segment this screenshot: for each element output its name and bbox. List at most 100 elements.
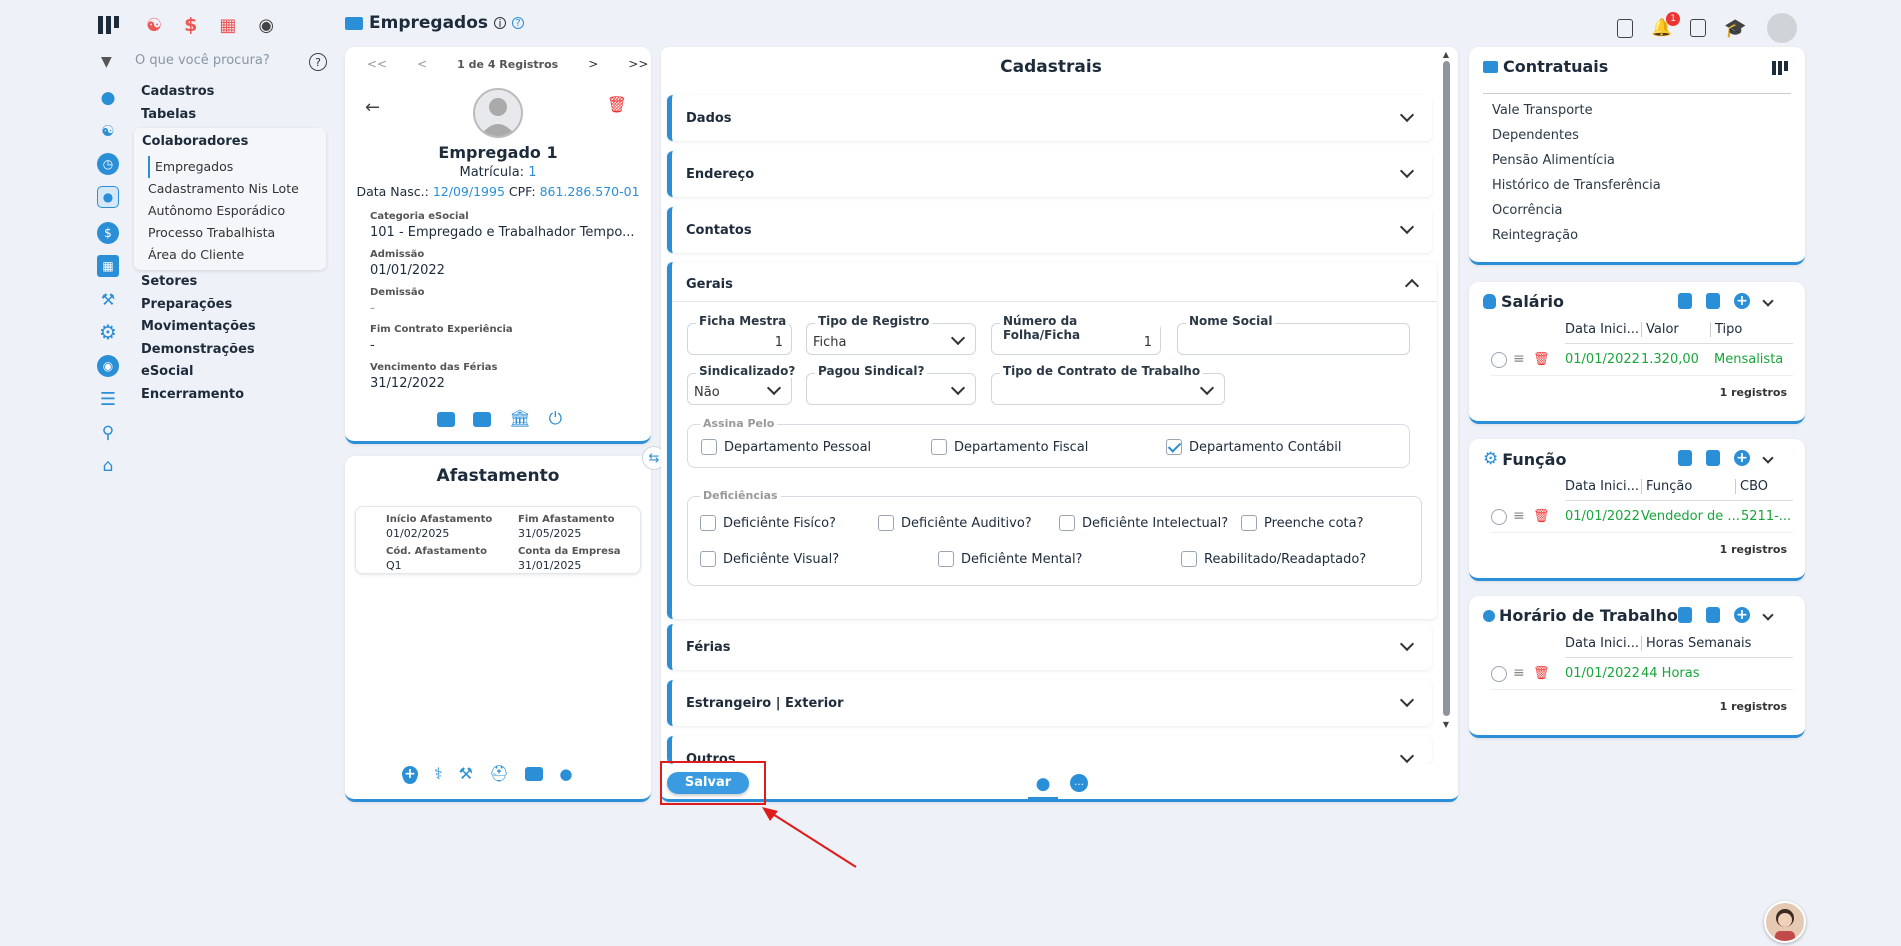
menu-setores[interactable]: Setores xyxy=(141,274,197,289)
pager-first-button[interactable]: << xyxy=(367,57,387,71)
link-reintegracao[interactable]: Reintegração xyxy=(1492,228,1578,243)
cadastrais-scrollbar[interactable]: ▲ ▼ xyxy=(1441,50,1451,760)
dollar-icon[interactable]: $ xyxy=(184,14,197,36)
cash-icon[interactable] xyxy=(525,766,544,781)
section-endereco[interactable]: Endereço xyxy=(667,151,1432,197)
menu-colaboradores[interactable]: Colaboradores xyxy=(142,134,248,149)
menu-tabelas[interactable]: Tabelas xyxy=(141,107,196,122)
report-icon[interactable] xyxy=(1678,293,1692,309)
nav-cadastros-icon[interactable]: ● xyxy=(97,87,119,109)
numero-folha-input[interactable]: Número da Folha/Ficha 1 xyxy=(991,314,1161,355)
menu-encerramento[interactable]: Encerramento xyxy=(141,387,244,402)
add-afastamento-icon[interactable]: + xyxy=(402,765,418,782)
row-checkbox[interactable] xyxy=(1491,666,1507,682)
graduation-cap-icon[interactable]: 🎓 xyxy=(1724,18,1746,39)
menu-cadastros[interactable]: Cadastros xyxy=(141,84,214,99)
add-salario-icon[interactable]: + xyxy=(1734,293,1750,309)
nav-calculator-icon[interactable]: ▦ xyxy=(97,255,119,277)
link-dependentes[interactable]: Dependentes xyxy=(1492,128,1579,143)
checkbox-deficiente-fisico[interactable]: Deficiênte Fisíco? xyxy=(700,515,836,531)
link-historico-transferencia[interactable]: Histórico de Transferência xyxy=(1492,178,1661,193)
grid-icon[interactable]: ▦ xyxy=(219,15,236,36)
info-icon[interactable]: i xyxy=(494,17,507,30)
scroll-thumb[interactable] xyxy=(1442,61,1450,716)
assistant-avatar[interactable] xyxy=(1764,901,1806,943)
funcao-row[interactable]: ≡ 🗑 01/01/2022 Vendedor de ... 5211-... xyxy=(1491,508,1793,533)
checkbox-depto-contabil[interactable]: Departamento Contábil xyxy=(1166,439,1342,455)
checkbox-deficiente-auditivo[interactable]: Deficiênte Auditivo? xyxy=(878,515,1032,531)
scroll-icon[interactable] xyxy=(1706,293,1720,309)
nav-moneybag-icon[interactable]: ◉ xyxy=(97,355,119,377)
checkbox-depto-fiscal[interactable]: Departamento Fiscal xyxy=(931,439,1088,455)
user-avatar[interactable] xyxy=(1764,11,1799,45)
link-vale-transporte[interactable]: Vale Transporte xyxy=(1492,103,1593,118)
trash-icon[interactable]: 🗑 xyxy=(1533,666,1550,681)
pager-prev-button[interactable]: < xyxy=(417,57,427,71)
ficha-mestra-input[interactable]: Ficha Mestra 1 xyxy=(687,314,792,355)
chevron-down-icon[interactable] xyxy=(1762,609,1774,621)
id-card-icon[interactable] xyxy=(473,411,491,427)
document-icon[interactable] xyxy=(1617,18,1633,38)
filter-icon[interactable]: ▼ xyxy=(101,54,112,70)
section-dados[interactable]: Dados xyxy=(667,95,1432,141)
sindicalizado-select[interactable]: Sindicalizado? Não xyxy=(687,364,799,405)
section-outros[interactable]: Outros xyxy=(667,736,1432,764)
add-horario-icon[interactable]: + xyxy=(1734,607,1750,623)
tab-employee-icon[interactable]: ● xyxy=(1028,769,1058,799)
tipo-contrato-select[interactable]: Tipo de Contrato de Trabalho xyxy=(991,364,1225,405)
pager-next-button[interactable]: > xyxy=(588,57,598,71)
pagou-sindical-select[interactable]: Pagou Sindical? xyxy=(806,364,976,405)
menu-demonstracoes[interactable]: Demonstrações xyxy=(141,342,255,357)
submenu-processo-trabalhista[interactable]: Processo Trabalhista xyxy=(148,222,299,244)
nav-layers-icon[interactable]: ☰ xyxy=(97,388,119,410)
chevron-down-icon[interactable] xyxy=(1762,295,1774,307)
notification-button[interactable]: 🔔 1 xyxy=(1651,12,1681,38)
bank-icon[interactable]: 🏛 xyxy=(509,409,531,429)
submenu-autonomo-esporadico[interactable]: Autônomo Esporádico xyxy=(148,200,299,222)
report-icon[interactable] xyxy=(1678,450,1692,466)
nav-tools-icon[interactable]: ⚒ xyxy=(97,288,119,310)
nav-search-icon[interactable]: ⚲ xyxy=(97,422,119,444)
salario-row[interactable]: ≡ 🗑 01/01/2022 1.320,00 Mensalista xyxy=(1491,351,1793,376)
power-icon[interactable]: ⏻ xyxy=(549,409,562,429)
checkbox-depto-pessoal[interactable]: Departamento Pessoal xyxy=(701,439,871,455)
report-icon[interactable] xyxy=(1678,607,1692,623)
scroll-icon[interactable] xyxy=(1706,450,1720,466)
nome-social-input[interactable]: Nome Social xyxy=(1177,314,1410,355)
checkbox-deficiente-intelectual[interactable]: Deficiênte Intelectual? xyxy=(1059,515,1228,531)
help-icon[interactable]: ? xyxy=(512,17,525,29)
checkbox-preenche-cota[interactable]: Preenche cota? xyxy=(1241,515,1364,531)
scroll-down-arrow[interactable]: ▼ xyxy=(1441,720,1451,729)
tab-chat-icon[interactable]: … xyxy=(1070,774,1088,792)
user-settings-icon[interactable]: ● xyxy=(559,765,572,783)
trash-icon[interactable]: 🗑 xyxy=(1533,509,1550,524)
tipo-registro-select[interactable]: Tipo de Registro Ficha xyxy=(806,314,976,355)
scroll-icon[interactable] xyxy=(1706,607,1720,623)
helmet-icon[interactable]: ⛑ xyxy=(489,764,509,783)
pager-last-button[interactable]: >> xyxy=(628,57,648,71)
scroll-up-arrow[interactable]: ▲ xyxy=(1441,50,1451,59)
menu-icon[interactable]: ≡ xyxy=(1513,665,1525,681)
report-search-icon[interactable] xyxy=(1690,19,1707,37)
delete-icon[interactable]: 🗑 xyxy=(607,95,627,114)
menu-esocial[interactable]: eSocial xyxy=(141,364,194,379)
chevron-down-icon[interactable] xyxy=(1762,452,1774,464)
checkbox-reabilitado[interactable]: Reabilitado/Readaptado? xyxy=(1181,551,1366,567)
menu-movimentacoes[interactable]: Movimentações xyxy=(141,319,256,334)
save-button[interactable]: Salvar xyxy=(667,772,749,794)
nav-dollar-icon[interactable]: $ xyxy=(97,222,119,244)
back-arrow-icon[interactable]: ← xyxy=(365,97,380,118)
checkbox-deficiente-mental[interactable]: Deficiênte Mental? xyxy=(938,551,1082,567)
section-ferias[interactable]: Férias xyxy=(667,624,1432,670)
nav-home-icon[interactable]: ⌂ xyxy=(97,455,119,477)
trash-icon[interactable]: 🗑 xyxy=(1533,352,1550,367)
money-bag-icon[interactable]: ◉ xyxy=(258,15,274,36)
menu-preparacoes[interactable]: Preparações xyxy=(141,297,232,312)
employee-photo[interactable] xyxy=(473,88,523,138)
nav-clock-icon[interactable]: ◷ xyxy=(97,153,119,175)
nav-handshake-icon[interactable]: ☯ xyxy=(97,120,119,142)
sidebar-help-icon[interactable]: ? xyxy=(309,53,327,71)
afastamento-item[interactable]: Início Afastamento 01/02/2025 Fim Afasta… xyxy=(355,506,641,574)
stethoscope-icon[interactable]: ⚕ xyxy=(434,764,443,783)
add-funcao-icon[interactable]: + xyxy=(1734,450,1750,466)
